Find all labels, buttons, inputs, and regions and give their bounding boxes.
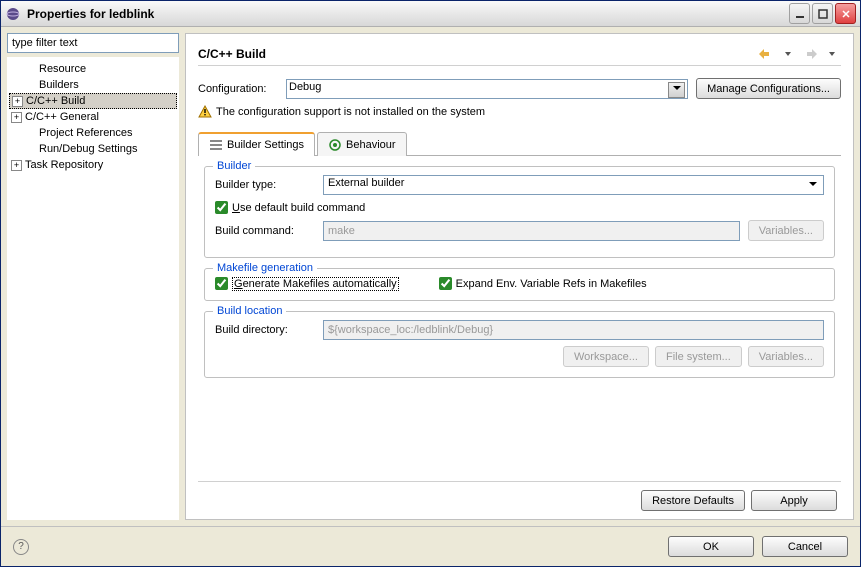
close-button[interactable] — [835, 3, 856, 24]
tabs: Builder Settings Behaviour — [198, 131, 841, 156]
filter-input[interactable] — [7, 33, 179, 53]
warning-message: The configuration support is not install… — [198, 105, 841, 119]
chevron-down-icon — [809, 182, 817, 186]
manage-configurations-button[interactable]: Manage Configurations... — [696, 78, 841, 99]
tree-label: Task Repository — [25, 159, 103, 171]
dialog-content: Resource Builders +C/C++ Build +C/C++ Ge… — [1, 27, 860, 526]
checkbox-label: Expand Env. Variable Refs in Makefiles — [456, 278, 647, 290]
right-panel: C/C++ Build Configuration: Debug Manage … — [185, 33, 854, 520]
build-command-input — [323, 221, 740, 241]
expand-icon[interactable]: + — [11, 112, 22, 123]
checkbox-input[interactable] — [215, 201, 228, 214]
forward-button[interactable] — [801, 46, 819, 62]
tree-item-ccpp-general[interactable]: +C/C++ General — [9, 109, 177, 125]
build-directory-label: Build directory: — [215, 324, 315, 336]
page-header: C/C++ Build — [198, 42, 841, 66]
window-title: Properties for ledblink — [27, 7, 789, 21]
warning-icon — [198, 105, 212, 119]
builder-fieldset: Builder Builder type: External builder U… — [204, 166, 835, 258]
eclipse-icon — [5, 6, 21, 22]
page-actions: Restore Defaults Apply — [198, 481, 841, 511]
expand-icon[interactable]: + — [12, 96, 23, 107]
config-value: Debug — [289, 81, 321, 93]
tree-item-task-repo[interactable]: +Task Repository — [9, 157, 177, 173]
configuration-row: Configuration: Debug Manage Configuratio… — [198, 78, 841, 99]
variables-button: Variables... — [748, 220, 824, 241]
builder-type-label: Builder type: — [215, 179, 315, 191]
tab-content: Builder Builder type: External builder U… — [198, 156, 841, 481]
checkbox-input[interactable] — [439, 277, 452, 290]
tab-label: Behaviour — [346, 139, 396, 151]
back-menu[interactable] — [779, 46, 797, 62]
tab-builder-settings[interactable]: Builder Settings — [198, 132, 315, 156]
maximize-button[interactable] — [812, 3, 833, 24]
back-button[interactable] — [757, 46, 775, 62]
build-location-fieldset: Build location Build directory: Workspac… — [204, 311, 835, 378]
checkbox-input[interactable] — [215, 277, 228, 290]
use-default-checkbox[interactable]: Use default build command — [215, 201, 365, 214]
dialog-footer: ? OK Cancel — [1, 526, 860, 566]
builder-legend: Builder — [213, 160, 255, 172]
properties-dialog: Properties for ledblink Resource Builder… — [0, 0, 861, 567]
target-icon — [328, 138, 342, 152]
ok-button[interactable]: OK — [668, 536, 754, 557]
restore-defaults-button[interactable]: Restore Defaults — [641, 490, 745, 511]
forward-menu[interactable] — [823, 46, 841, 62]
list-icon — [209, 138, 223, 152]
builder-type-value: External builder — [328, 177, 404, 189]
tab-label: Builder Settings — [227, 139, 304, 151]
expand-env-checkbox[interactable]: Expand Env. Variable Refs in Makefiles — [439, 277, 647, 290]
warning-text: The configuration support is not install… — [216, 106, 485, 118]
build-directory-input — [323, 320, 824, 340]
tree-item-project-refs[interactable]: Project References — [9, 125, 177, 141]
help-icon[interactable]: ? — [13, 539, 29, 555]
configuration-select[interactable]: Debug — [286, 79, 688, 99]
titlebar-buttons — [789, 3, 856, 24]
tree-label: C/C++ Build — [26, 95, 85, 107]
checkbox-label: Generate Makefiles automatically — [232, 278, 399, 290]
tree-item-run-debug[interactable]: Run/Debug Settings — [9, 141, 177, 157]
workspace-button: Workspace... — [563, 346, 649, 367]
cancel-button[interactable]: Cancel — [762, 536, 848, 557]
category-tree: Resource Builders +C/C++ Build +C/C++ Ge… — [7, 57, 179, 520]
config-label: Configuration: — [198, 83, 278, 95]
makefile-fieldset: Makefile generation Generate Makefiles a… — [204, 268, 835, 301]
tree-label: Resource — [39, 63, 86, 75]
tree-label: Project References — [39, 127, 133, 139]
page-title: C/C++ Build — [198, 47, 757, 61]
tree-label: C/C++ General — [25, 111, 99, 123]
makefile-legend: Makefile generation — [213, 262, 317, 274]
tree-item-resource[interactable]: Resource — [9, 61, 177, 77]
tree-label: Run/Debug Settings — [39, 143, 137, 155]
tree-label: Builders — [39, 79, 79, 91]
chevron-down-icon — [673, 86, 681, 90]
tree-item-ccpp-build[interactable]: +C/C++ Build — [9, 93, 177, 109]
build-command-label: Build command: — [215, 225, 315, 237]
generate-makefiles-checkbox[interactable]: Generate Makefiles automatically — [215, 277, 399, 290]
apply-button[interactable]: Apply — [751, 490, 837, 511]
tree-item-builders[interactable]: Builders — [9, 77, 177, 93]
left-panel: Resource Builders +C/C++ Build +C/C++ Ge… — [7, 33, 179, 520]
checkbox-label: Use default build command — [232, 202, 365, 214]
minimize-button[interactable] — [789, 3, 810, 24]
filesystem-button: File system... — [655, 346, 742, 367]
builder-type-select[interactable]: External builder — [323, 175, 824, 195]
expand-icon[interactable]: + — [11, 160, 22, 171]
tab-behaviour[interactable]: Behaviour — [317, 132, 407, 156]
titlebar: Properties for ledblink — [1, 1, 860, 27]
nav-arrows — [757, 46, 841, 62]
buildloc-legend: Build location — [213, 305, 286, 317]
variables-button: Variables... — [748, 346, 824, 367]
